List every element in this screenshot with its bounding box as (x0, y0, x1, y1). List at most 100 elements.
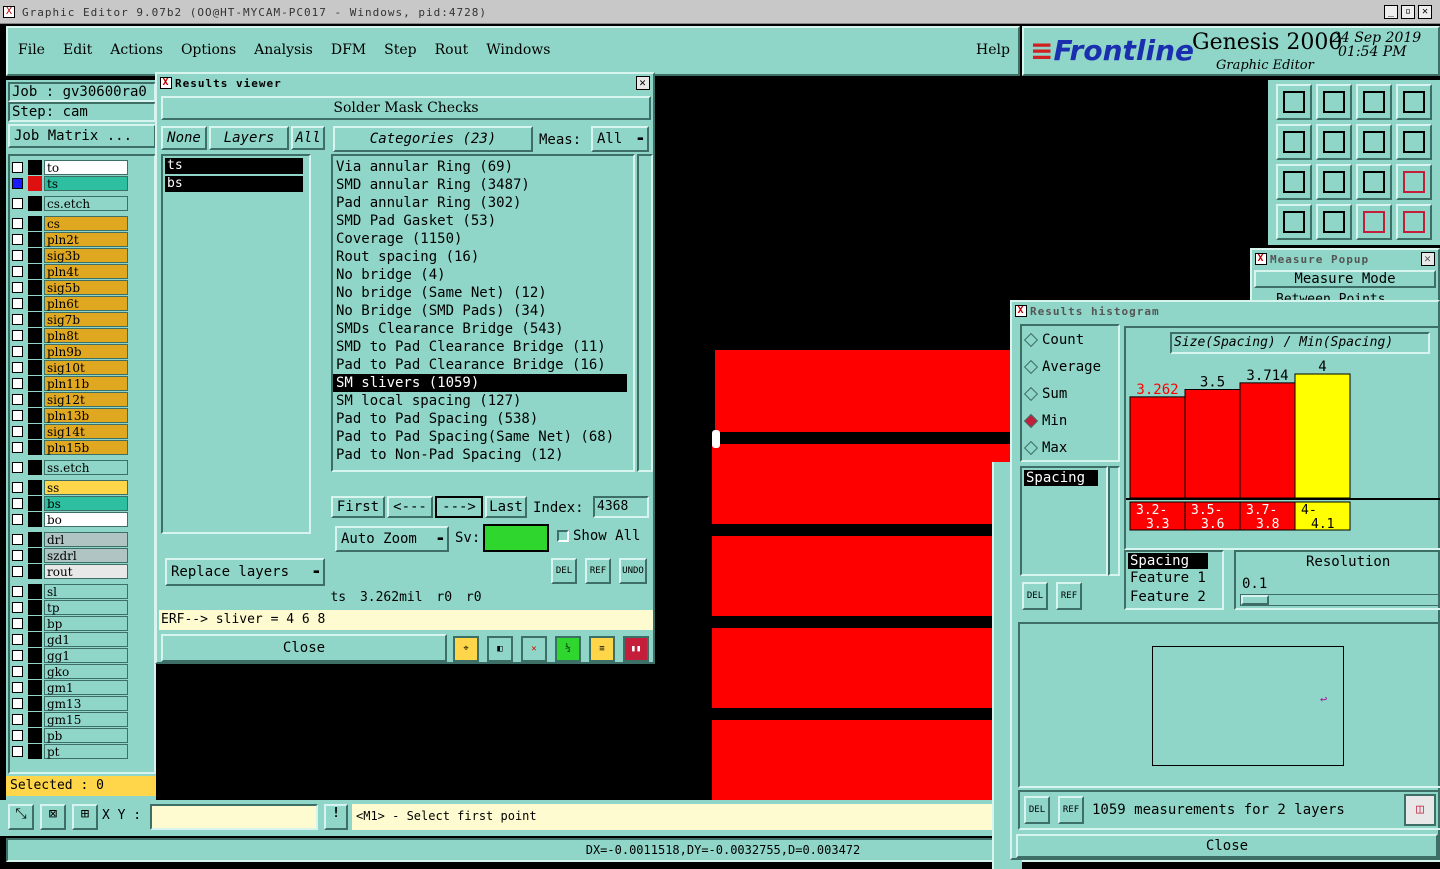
layer-row-gg1[interactable]: gg1 (10, 648, 128, 664)
layer-name[interactable]: rout (44, 564, 128, 579)
feature-item[interactable]: Feature 2 (1128, 589, 1220, 607)
ratio-tool-icon[interactable]: ½ (555, 636, 581, 662)
layer-checkbox[interactable] (12, 498, 23, 509)
sum-ref-button[interactable]: REF (1058, 796, 1084, 824)
grid-tool[interactable]: ⊞ (72, 804, 98, 830)
layer-name[interactable]: pb (44, 728, 128, 743)
layer-name[interactable]: pt (44, 744, 128, 759)
del-button[interactable]: DEL (551, 558, 577, 584)
menu-options[interactable]: Options (181, 42, 236, 58)
layer-name[interactable]: to (44, 160, 128, 175)
layer-checkbox[interactable] (12, 178, 23, 189)
layer-row-cs-etch[interactable]: cs.etch (10, 196, 128, 212)
menu-analysis[interactable]: Analysis (254, 42, 313, 58)
category-item[interactable]: SMD annular Ring (3487) (333, 176, 633, 194)
layer-name[interactable]: gm15 (44, 712, 128, 727)
layer-row-pln15b[interactable]: pln15b (10, 440, 128, 456)
layer-row-bs[interactable]: bs (10, 496, 128, 512)
layer-name[interactable]: sig7b (44, 312, 128, 327)
sv-color-select[interactable] (483, 524, 549, 552)
layer-checkbox[interactable] (12, 666, 23, 677)
category-item[interactable]: Pad to Non-Pad Spacing (12) (333, 446, 633, 464)
job-matrix-button[interactable]: Job Matrix ... (8, 124, 156, 148)
category-item[interactable]: SMD to Pad Clearance Bridge (11) (333, 338, 633, 356)
layer-checkbox[interactable] (12, 602, 23, 613)
layer-row-gko[interactable]: gko (10, 664, 128, 680)
layer-checkbox[interactable] (12, 566, 23, 577)
category-item[interactable]: Pad to Pad Spacing(Same Net) (68) (333, 428, 633, 446)
layer-row-pln4t[interactable]: pln4t (10, 264, 128, 280)
layer-name[interactable]: pln8t (44, 328, 128, 343)
layer-name[interactable]: pln11b (44, 376, 128, 391)
export-icon[interactable]: ◫ (1404, 794, 1436, 826)
histogram-bar[interactable] (1239, 382, 1296, 499)
auto-zoom-select[interactable]: Auto Zoom ▬ (335, 526, 449, 552)
snap-tool[interactable]: ⊠ (40, 804, 66, 830)
layer-checkbox[interactable] (12, 394, 23, 405)
save-icon[interactable] (1316, 84, 1352, 120)
category-item[interactable]: Pad annular Ring (302) (333, 194, 633, 212)
layer-name[interactable]: tp (44, 600, 128, 615)
layer-checkbox[interactable] (12, 298, 23, 309)
category-item[interactable]: No bridge (Same Net) (12) (333, 284, 633, 302)
layer-row-pt[interactable]: pt (10, 744, 128, 760)
category-item[interactable]: No Bridge (SMD Pads) (34) (333, 302, 633, 320)
layer-name[interactable]: pln15b (44, 440, 128, 455)
zoom-tool[interactable]: ⤡ (8, 804, 34, 830)
layer-row-pln8t[interactable]: pln8t (10, 328, 128, 344)
layer-row-drl[interactable]: drl (10, 532, 128, 548)
layer-name[interactable]: bs (44, 496, 128, 511)
config-icon[interactable] (1276, 204, 1312, 240)
field-scrollbar[interactable] (1108, 466, 1120, 576)
close-icon[interactable]: ✕ (1421, 252, 1435, 266)
radio-average[interactable]: Average (1023, 359, 1101, 375)
histogram-field-list[interactable]: Spacing (1020, 466, 1108, 576)
layer-checkbox[interactable] (12, 198, 23, 209)
layer-row-ss[interactable]: ss (10, 480, 128, 496)
layer-name[interactable]: pln4t (44, 264, 128, 279)
layer-row-gd1[interactable]: gd1 (10, 632, 128, 648)
layer-checkbox[interactable] (12, 442, 23, 453)
exclaim-button[interactable]: ! (324, 804, 348, 830)
close-icon[interactable]: ✕ (636, 76, 650, 90)
histogram-close-button[interactable]: Close (1016, 834, 1438, 858)
show-all-checkbox[interactable] (557, 530, 569, 542)
layer-row-rout[interactable]: rout (10, 564, 128, 580)
layer-checkbox[interactable] (12, 586, 23, 597)
layer-checkbox[interactable] (12, 618, 23, 629)
layer-tool-icon[interactable]: ⌖ (453, 636, 479, 662)
layer-checkbox[interactable] (12, 698, 23, 709)
last-button[interactable]: Last (485, 496, 527, 518)
menu-windows[interactable]: Windows (486, 42, 550, 58)
layer-checkbox[interactable] (12, 482, 23, 493)
minimize-button[interactable]: _ (1384, 5, 1398, 19)
layer-name[interactable]: pln13b (44, 408, 128, 423)
left-icon[interactable] (1276, 124, 1312, 160)
rv-close-button[interactable]: Close (161, 634, 447, 662)
layer-name[interactable]: szdrl (44, 548, 128, 563)
layer-name[interactable]: sig12t (44, 392, 128, 407)
ref-tool-icon[interactable]: ✕ (521, 636, 547, 662)
menu-step[interactable]: Step (384, 42, 416, 58)
layer-row-sig3b[interactable]: sig3b (10, 248, 128, 264)
layer-name[interactable]: pln9b (44, 344, 128, 359)
hist-del-button[interactable]: DEL (1022, 582, 1048, 610)
layer-row-pb[interactable]: pb (10, 728, 128, 744)
category-item[interactable]: Via annular Ring (69) (333, 158, 633, 176)
resolution-slider[interactable] (1240, 594, 1440, 606)
xy-input[interactable] (150, 804, 318, 830)
scale-icon[interactable] (1356, 164, 1392, 200)
maximize-button[interactable]: ▫ (1401, 5, 1415, 19)
layer-name[interactable]: gko (44, 664, 128, 679)
layer-name[interactable]: sl (44, 584, 128, 599)
help-icon[interactable] (1396, 164, 1432, 200)
next-button[interactable]: ---> (435, 496, 483, 518)
layer-row-pln9b[interactable]: pln9b (10, 344, 128, 360)
replace-layers-select[interactable]: Replace layers ▬ (165, 558, 325, 586)
menu-rout[interactable]: Rout (435, 42, 469, 58)
layer-row-sl[interactable]: sl (10, 584, 128, 600)
histogram-bar[interactable] (1184, 389, 1241, 499)
layer-name[interactable]: gm13 (44, 696, 128, 711)
layer-row-sig12t[interactable]: sig12t (10, 392, 128, 408)
route-icon[interactable] (1396, 124, 1432, 160)
